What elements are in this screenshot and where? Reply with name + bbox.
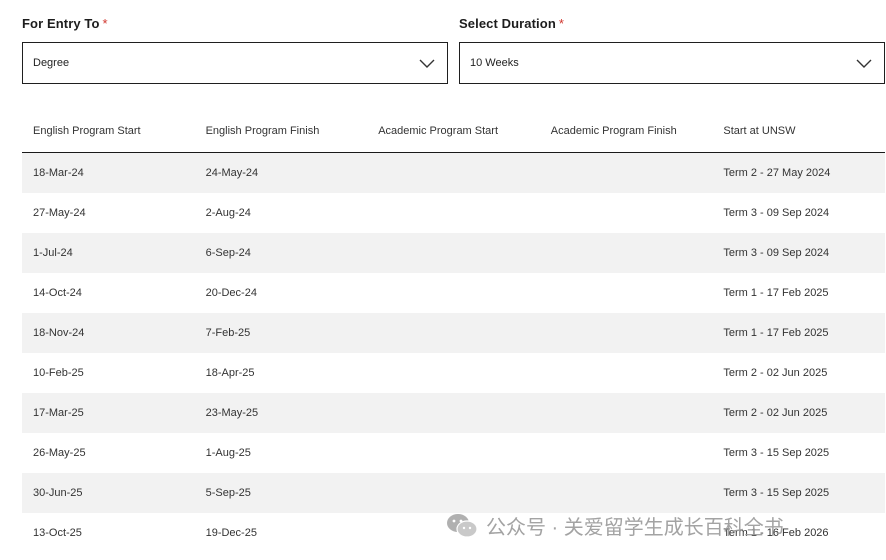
table-row: 26-May-25 1-Aug-25 Term 3 - 15 Sep 2025	[22, 433, 885, 473]
cell-english-finish: 23-May-25	[205, 407, 259, 419]
cell-english-finish: 5-Sep-25	[205, 487, 251, 499]
duration-select[interactable]: 10 Weeks	[459, 42, 885, 84]
table-row: 17-Mar-25 23-May-25 Term 2 - 02 Jun 2025	[22, 393, 885, 433]
cell-english-finish: 18-Apr-25	[205, 367, 255, 379]
cell-english-finish: 7-Feb-25	[205, 327, 251, 339]
cell-english-start: 10-Feb-25	[33, 367, 84, 379]
duration-label: Select Duration *	[459, 14, 885, 34]
wechat-icon	[447, 513, 478, 538]
cell-start-at-unsw: Term 3 - 09 Sep 2024	[723, 247, 830, 259]
cell-english-finish: 2-Aug-24	[205, 207, 251, 219]
entry-select[interactable]: Degree	[22, 42, 448, 84]
cell-english-start: 18-Nov-24	[33, 327, 85, 339]
entry-field: For Entry To * Degree	[22, 14, 448, 84]
required-mark: *	[558, 16, 565, 31]
header-english-finish: English Program Finish	[205, 124, 320, 137]
chevron-down-icon	[419, 59, 435, 68]
cell-english-start: 13-Oct-25	[33, 527, 82, 539]
table-row: 18-Mar-24 24-May-24 Term 2 - 27 May 2024	[22, 153, 885, 193]
entry-select-value: Degree	[33, 57, 70, 69]
duration-select-value: 10 Weeks	[470, 57, 519, 69]
header-academic-finish: Academic Program Finish	[550, 124, 677, 137]
table-header: English Program Start English Program Fi…	[22, 109, 885, 153]
cell-start-at-unsw: Term 2 - 02 Jun 2025	[723, 407, 828, 419]
watermark: 公众号 · 关爱留学生成长百科全书	[446, 511, 784, 540]
cell-english-finish: 19-Dec-25	[205, 527, 257, 539]
cell-start-at-unsw: Term 2 - 27 May 2024	[723, 167, 831, 179]
cell-english-finish: 6-Sep-24	[205, 247, 251, 259]
cell-english-start: 26-May-25	[33, 447, 86, 459]
required-mark: *	[102, 16, 108, 31]
table-body: 18-Mar-24 24-May-24 Term 2 - 27 May 2024…	[22, 153, 885, 553]
table-row: 14-Oct-24 20-Dec-24 Term 1 - 17 Feb 2025	[22, 273, 885, 313]
header-academic-start: Academic Program Start	[378, 124, 499, 137]
cell-start-at-unsw: Term 3 - 15 Sep 2025	[723, 447, 830, 459]
cell-english-start: 27-May-24	[33, 207, 86, 219]
page: For Entry To * Degree Select Duration * 10…	[0, 0, 886, 560]
table-row: 18-Nov-24 7-Feb-25 Term 1 - 17 Feb 2025	[22, 313, 885, 353]
cell-start-at-unsw: Term 1 - 17 Feb 2025	[723, 287, 829, 299]
cell-start-at-unsw: Term 1 - 17 Feb 2025	[723, 327, 829, 339]
cell-start-at-unsw: Term 3 - 09 Sep 2024	[723, 207, 830, 219]
cell-english-finish: 20-Dec-24	[205, 287, 257, 299]
entry-label: For Entry To *	[22, 14, 448, 34]
cell-start-at-unsw: Term 3 - 15 Sep 2025	[723, 487, 830, 499]
cell-start-at-unsw: Term 2 - 02 Jun 2025	[723, 367, 828, 379]
cell-english-start: 14-Oct-24	[33, 287, 82, 299]
cell-english-finish: 1-Aug-25	[205, 447, 251, 459]
cell-english-finish: 24-May-24	[205, 167, 259, 179]
chevron-down-icon	[856, 59, 872, 68]
table-row: 27-May-24 2-Aug-24 Term 3 - 09 Sep 2024	[22, 193, 885, 233]
cell-english-start: 30-Jun-25	[33, 487, 83, 499]
table-row: 30-Jun-25 5-Sep-25 Term 3 - 15 Sep 2025	[22, 473, 885, 513]
header-start-at-unsw: Start at UNSW	[723, 124, 796, 137]
entry-label-text: For Entry To	[22, 16, 100, 31]
watermark-text: 公众号 · 关爱留学生成长百科全书	[486, 517, 784, 539]
table-row: 1-Jul-24 6-Sep-24 Term 3 - 09 Sep 2024	[22, 233, 885, 273]
duration-label-text: Select Duration	[459, 16, 556, 31]
duration-field: Select Duration * 10 Weeks	[459, 14, 885, 84]
cell-english-start: 17-Mar-25	[33, 407, 84, 419]
table-row: 10-Feb-25 18-Apr-25 Term 2 - 02 Jun 2025	[22, 353, 885, 393]
cell-english-start: 18-Mar-24	[33, 167, 84, 179]
header-english-start: English Program Start	[33, 124, 141, 137]
schedule-table: English Program Start English Program Fi…	[22, 109, 885, 553]
cell-english-start: 1-Jul-24	[33, 247, 73, 259]
